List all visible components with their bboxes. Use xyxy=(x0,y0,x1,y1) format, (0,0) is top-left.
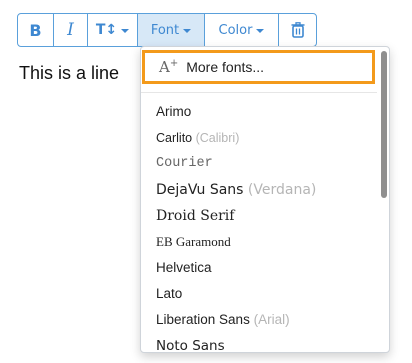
italic-button[interactable]: I xyxy=(54,14,88,46)
trash-icon xyxy=(291,22,304,38)
font-item-eb-garamond[interactable]: EB Garamond xyxy=(141,229,377,255)
menu-divider xyxy=(141,92,377,93)
add-font-icon: A+ xyxy=(159,58,179,76)
font-item-label: Noto Sans xyxy=(156,338,225,353)
font-list: Arimo Carlito (Calibri) Courier DejaVu S… xyxy=(141,99,377,353)
font-item-arimo[interactable]: Arimo xyxy=(141,99,377,125)
formatting-toolbar: B I T↕ Font Color xyxy=(17,13,317,47)
font-dropdown-menu: A+ More fonts... Arimo Carlito (Calibri)… xyxy=(140,46,390,353)
chevron-down-icon xyxy=(183,28,192,33)
font-item-dejavu-sans[interactable]: DejaVu Sans (Verdana) xyxy=(141,177,377,203)
more-fonts-item[interactable]: A+ More fonts... xyxy=(142,50,375,84)
bold-button[interactable]: B xyxy=(18,14,54,46)
font-item-liberation-sans[interactable]: Liberation Sans (Arial) xyxy=(141,307,377,333)
font-item-label: Courier xyxy=(156,156,213,171)
dropdown-scrollbar[interactable] xyxy=(381,51,387,198)
font-item-label: Lato xyxy=(156,286,183,301)
more-fonts-label: More fonts... xyxy=(186,59,265,75)
editor-text-line[interactable]: This is a line xyxy=(19,63,119,84)
color-button-label: Color xyxy=(218,22,253,38)
font-item-label: DejaVu Sans xyxy=(156,182,244,198)
font-size-button[interactable]: T↕ xyxy=(88,14,138,46)
font-item-courier[interactable]: Courier xyxy=(141,151,377,177)
font-item-label: EB Garamond xyxy=(156,234,231,249)
chevron-down-icon xyxy=(256,28,265,33)
font-item-carlito[interactable]: Carlito (Calibri) xyxy=(141,125,377,151)
font-item-noto-sans[interactable]: Noto Sans xyxy=(141,333,377,353)
font-item-helvetica[interactable]: Helvetica xyxy=(141,255,377,281)
font-item-label: Arimo xyxy=(156,104,192,119)
font-item-label: Helvetica xyxy=(156,260,212,275)
font-button[interactable]: Font xyxy=(138,14,205,46)
font-item-label: Carlito xyxy=(156,131,193,145)
font-button-label: Font xyxy=(150,22,180,38)
font-item-label: Droid Serif xyxy=(156,208,235,224)
font-item-alias: (Arial) xyxy=(253,312,290,327)
text-size-icon: T↕ xyxy=(95,22,118,38)
font-item-label: Liberation Sans xyxy=(156,312,250,327)
font-item-alias: (Verdana) xyxy=(247,182,317,198)
delete-button[interactable] xyxy=(279,14,316,46)
font-item-droid-serif[interactable]: Droid Serif xyxy=(141,203,377,229)
font-item-lato[interactable]: Lato xyxy=(141,281,377,307)
chevron-down-icon xyxy=(121,28,130,33)
font-item-alias: (Calibri) xyxy=(195,131,240,145)
color-button[interactable]: Color xyxy=(205,14,279,46)
